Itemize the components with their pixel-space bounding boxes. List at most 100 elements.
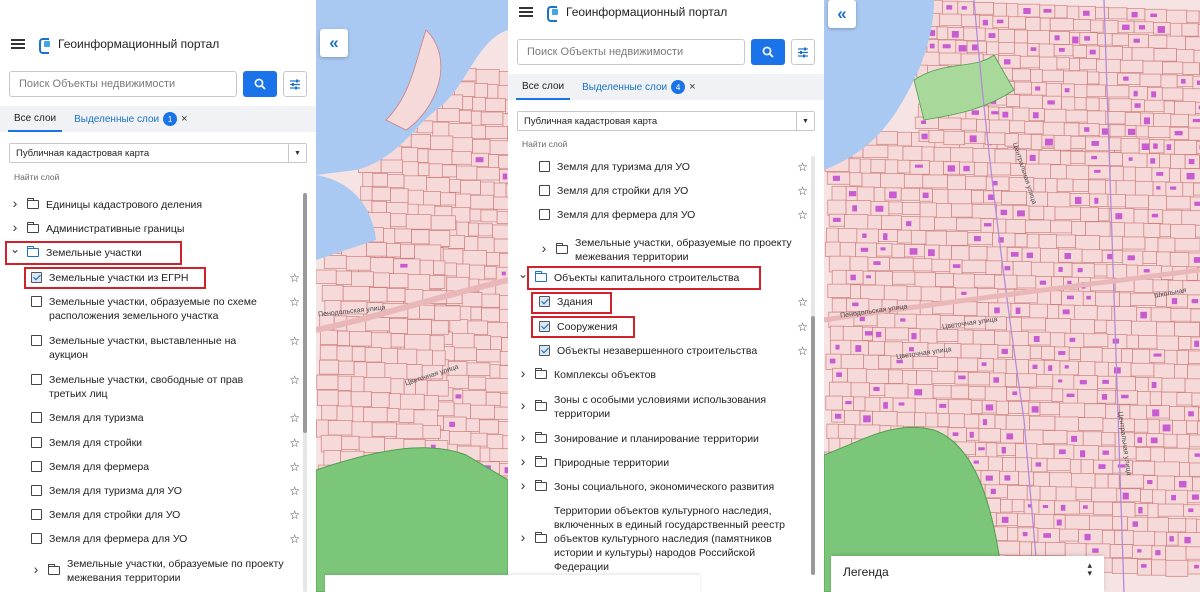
building-shape: [993, 377, 1000, 383]
tab-all-layers[interactable]: Все слои: [516, 74, 571, 100]
collapse-panel-button[interactable]: «: [320, 29, 348, 57]
scrollbar-thumb[interactable]: [303, 193, 307, 433]
search-input[interactable]: [517, 39, 745, 65]
layer-item[interactable]: Земельные участки, свободные от прав трет…: [0, 373, 306, 403]
clear-selected-icon[interactable]: ×: [181, 113, 187, 125]
layer-group[interactable]: › Земельные участки, образуемые по проект…: [508, 236, 814, 266]
layer-group[interactable]: › Природные территории: [508, 454, 814, 472]
checkbox-icon[interactable]: [539, 185, 550, 196]
scrollbar-track[interactable]: [811, 156, 815, 575]
layer-item[interactable]: Земля для туризма для УО ☆: [508, 160, 814, 176]
checkbox-icon[interactable]: [31, 374, 42, 385]
layer-item[interactable]: Земля для фермера для УО ☆: [508, 208, 814, 224]
layer-item[interactable]: Земля для стройки ☆: [0, 436, 306, 452]
favorite-star-icon[interactable]: ☆: [289, 411, 300, 425]
layer-group[interactable]: › Земельные участки, образуемые по проект…: [0, 557, 306, 587]
chevron-right-icon[interactable]: ›: [518, 398, 528, 412]
favorite-star-icon[interactable]: ☆: [289, 532, 300, 546]
chevron-right-icon[interactable]: ›: [518, 478, 528, 492]
search-button[interactable]: [243, 71, 277, 97]
chevron-right-icon[interactable]: ›: [518, 454, 528, 468]
tab-all-layers[interactable]: Все слои: [8, 106, 63, 132]
favorite-star-icon[interactable]: ☆: [289, 271, 300, 285]
building-shape: [952, 432, 959, 437]
layer-group[interactable]: › Территории объектов культурного наследи…: [508, 504, 814, 575]
checkbox-icon[interactable]: [539, 209, 550, 220]
basemap-select[interactable]: Публичная кадастровая карта ▼: [517, 111, 815, 131]
layer-group[interactable]: › Зонирование и планирование территории: [508, 430, 814, 448]
scrollbar-thumb[interactable]: [811, 316, 815, 575]
checkbox-icon[interactable]: [31, 296, 42, 307]
favorite-star-icon[interactable]: ☆: [289, 334, 300, 348]
favorite-star-icon[interactable]: ☆: [289, 436, 300, 450]
checkbox-icon[interactable]: [31, 412, 42, 423]
map-canvas-left[interactable]: [316, 0, 508, 592]
layer-group[interactable]: › Зоны социального, экономического развит…: [508, 478, 814, 496]
favorite-star-icon[interactable]: ☆: [797, 208, 808, 222]
tab-selected-layers[interactable]: Выделенные слои 1 ×: [68, 106, 193, 132]
checkbox-icon[interactable]: [539, 161, 550, 172]
layer-group[interactable]: › Комплексы объектов: [508, 366, 814, 384]
menu-icon[interactable]: [519, 7, 533, 17]
chevron-right-icon[interactable]: ›: [539, 241, 549, 255]
checkbox-icon[interactable]: [31, 335, 42, 346]
basemap-select[interactable]: Публичная кадастровая карта ▼: [9, 143, 307, 163]
chevron-right-icon[interactable]: ›: [10, 220, 20, 234]
chevron-right-icon[interactable]: ›: [31, 562, 41, 576]
layer-item[interactable]: Земля для фермера ☆: [0, 460, 306, 476]
collapse-panel-button[interactable]: «: [828, 0, 856, 28]
layer-item[interactable]: Земельные участки, образуемые по схеме ра…: [0, 295, 306, 325]
building-shape: [969, 135, 977, 143]
expand-collapse-icon[interactable]: ▴ ▾: [1087, 561, 1092, 578]
favorite-star-icon[interactable]: ☆: [289, 295, 300, 309]
filter-button[interactable]: [791, 39, 815, 65]
favorite-star-icon[interactable]: ☆: [797, 320, 808, 334]
tab-selected-layers[interactable]: Выделенные слои 4 ×: [576, 74, 701, 100]
layer-item[interactable]: Земля для туризма ☆: [0, 411, 306, 427]
favorite-star-icon[interactable]: ☆: [289, 460, 300, 474]
favorite-star-icon[interactable]: ☆: [289, 508, 300, 522]
favorite-star-icon[interactable]: ☆: [797, 184, 808, 198]
building-shape: [1171, 494, 1176, 501]
layer-item[interactable]: Объекты незавершенного строительства ☆: [508, 344, 814, 360]
checkbox-checked-icon[interactable]: [539, 345, 550, 356]
favorite-star-icon[interactable]: ☆: [797, 344, 808, 358]
layer-item[interactable]: Земля для стройки для УО ☆: [0, 508, 306, 524]
search-button[interactable]: [751, 39, 785, 65]
chevron-right-icon[interactable]: ›: [518, 530, 528, 544]
search-input[interactable]: [9, 71, 237, 97]
legend-panel[interactable]: Легенда ▴ ▾: [831, 556, 1104, 592]
checkbox-icon[interactable]: [31, 533, 42, 544]
layer-item[interactable]: Земля для стройки для УО ☆: [508, 184, 814, 200]
parcel-shape: [875, 271, 893, 287]
portal-logo-icon: [547, 5, 559, 22]
layer-group[interactable]: › Административные границы: [0, 220, 306, 238]
parcel-shape: [963, 27, 986, 41]
chevron-right-icon[interactable]: ›: [518, 366, 528, 380]
map-view-right[interactable]: « Пенодольская улица Цветочная улица Цве…: [824, 0, 1200, 592]
checkbox-icon[interactable]: [31, 509, 42, 520]
filter-button[interactable]: [283, 71, 307, 97]
map-view-left[interactable]: « Пенодольская улица Цветочная улица: [316, 0, 508, 592]
parcel-shape: [1133, 208, 1149, 225]
checkbox-icon[interactable]: [31, 437, 42, 448]
favorite-star-icon[interactable]: ☆: [289, 484, 300, 498]
clear-selected-icon[interactable]: ×: [689, 81, 695, 93]
chevron-right-icon[interactable]: ›: [518, 430, 528, 444]
map-canvas-right[interactable]: [824, 0, 1200, 592]
scrollbar-track[interactable]: [303, 193, 307, 592]
chevron-right-icon[interactable]: ›: [10, 196, 20, 210]
favorite-star-icon[interactable]: ☆: [289, 373, 300, 387]
layer-group[interactable]: › Единицы кадастрового деления: [0, 196, 306, 214]
favorite-star-icon[interactable]: ☆: [797, 295, 808, 309]
favorite-star-icon[interactable]: ☆: [797, 160, 808, 174]
parcel-shape: [1070, 151, 1086, 164]
checkbox-icon[interactable]: [31, 485, 42, 496]
checkbox-icon[interactable]: [31, 461, 42, 472]
layer-group[interactable]: › Зоны с особыми условиями использования т…: [508, 393, 814, 423]
layer-item[interactable]: Земля для туризма для УО ☆: [0, 484, 306, 500]
menu-icon[interactable]: [11, 39, 25, 49]
layer-item[interactable]: Земля для фермера для УО ☆: [0, 532, 306, 548]
parcel-shape: [1152, 489, 1167, 505]
layer-item[interactable]: Земельные участки, выставленные на аукцио…: [0, 334, 306, 364]
